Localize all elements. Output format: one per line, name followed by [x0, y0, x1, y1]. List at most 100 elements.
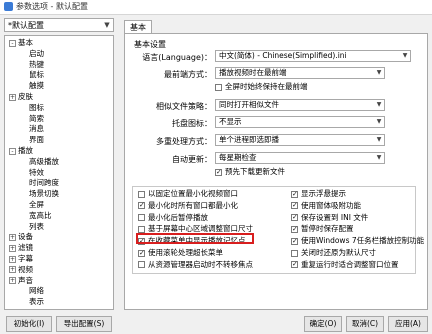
tree-item-label: 宽高比: [29, 210, 52, 220]
tree-item-label: 图标: [29, 102, 44, 112]
tree-item-label: 鼠标: [29, 70, 44, 80]
highlight-box: [136, 233, 254, 244]
checkbox-label: 显示浮悬提示: [301, 189, 346, 198]
tree-item[interactable]: 简索: [29, 114, 44, 124]
tree-item-label: 声音: [18, 275, 33, 285]
expand-icon[interactable]: +: [9, 93, 16, 101]
topmost-fullscreen-checkbox[interactable]: 全屏时始终保持在最前端: [215, 82, 308, 92]
update-label: 自动更新：: [172, 155, 212, 164]
update-select[interactable]: 每星期检查 ▼: [215, 152, 385, 164]
option-checkbox[interactable]: 最小化后暂停播放: [138, 213, 208, 223]
tree-item[interactable]: 特效: [29, 168, 44, 178]
tab-basic[interactable]: 基本: [124, 20, 152, 34]
tree-item[interactable]: 图标: [29, 103, 44, 113]
tree-item-label: 简索: [29, 113, 44, 123]
chevron-down-icon: ▼: [104, 21, 110, 29]
tree-item[interactable]: 界面: [29, 135, 44, 145]
apply-button[interactable]: 应用(A): [388, 316, 428, 332]
tree-item[interactable]: + 字幕: [9, 254, 33, 264]
tree-item[interactable]: - 基本: [9, 38, 33, 48]
language-select[interactable]: 中文(简体) - Chinese(Simplified).ini ▼: [215, 50, 411, 62]
tray-select[interactable]: 不显示 ▼: [215, 116, 385, 128]
tree-item[interactable]: 表示: [29, 297, 44, 307]
tree-item[interactable]: + 皮肤: [9, 92, 33, 102]
ok-button[interactable]: 确定(O): [304, 316, 342, 332]
tree-item[interactable]: 高级播放: [29, 157, 59, 167]
tree-item-label: 字幕: [18, 254, 33, 263]
option-checkbox[interactable]: ✓ 保存设置到 INI 文件: [291, 213, 368, 223]
checkbox-box: ✓: [138, 248, 145, 257]
checkbox-label: 全屏时始终保持在最前端: [225, 82, 308, 91]
option-checkbox[interactable]: 关闭时还原为默认尺寸: [291, 248, 376, 258]
expand-icon[interactable]: +: [9, 244, 16, 252]
group-title: 基本设置: [134, 40, 166, 49]
settings-tree: - 基本 启动 热键 鼠标 触摸 + 皮肤 图标 简索 消息 界面 - 播放 高级播放 特效 时间跨度 场景切换全…: [4, 35, 114, 310]
similar-value: 同时打开相似文件: [219, 100, 279, 109]
option-checkbox[interactable]: ✓ 使用Windows 7任务栏播放控制功能: [291, 236, 424, 246]
tree-item[interactable]: 宽高比: [29, 211, 52, 221]
expand-icon[interactable]: +: [9, 266, 16, 274]
tree-item-label: 视频: [18, 264, 33, 274]
chevron-down-icon: ▼: [376, 101, 382, 108]
tree-item-label: 基本: [18, 38, 33, 47]
tree-item-label: 时间跨度: [29, 178, 59, 188]
tree-item[interactable]: 列表: [29, 222, 44, 232]
topmost-select[interactable]: 播放视频时在最前端 ▼: [215, 67, 385, 79]
title-bar: 参数选项 - 默认配置: [0, 0, 432, 15]
checkbox-label: 以固定位置最小化视频窗口: [148, 189, 238, 198]
collapse-icon[interactable]: -: [9, 39, 16, 47]
option-checkbox[interactable]: ✓ 最小化时所有窗口都最小化: [138, 201, 238, 211]
option-checkbox[interactable]: 从资源管理器启动时不转移焦点: [138, 260, 253, 270]
option-checkbox[interactable]: ✓ 暂停时保存配置: [291, 224, 354, 234]
checkbox-box: [138, 261, 145, 269]
checkbox-label: 关闭时还原为默认尺寸: [301, 248, 376, 257]
tree-item[interactable]: 热键: [29, 60, 44, 70]
cancel-button[interactable]: 取消(C): [346, 316, 384, 332]
checkbox-box: ✓: [291, 236, 298, 245]
tree-item[interactable]: 场景切换: [29, 189, 59, 199]
expand-icon[interactable]: +: [9, 233, 16, 241]
tree-item[interactable]: 消息: [29, 124, 44, 134]
multi-select[interactable]: 单个进程即选即播 ▼: [215, 134, 385, 146]
tree-item[interactable]: + 声音: [9, 276, 33, 286]
tree-item[interactable]: 鼠标: [29, 70, 44, 80]
tray-label: 托盘图标：: [172, 119, 212, 128]
expand-icon[interactable]: +: [9, 255, 16, 263]
tree-item-label: 热键: [29, 59, 44, 69]
tree-item-label: 皮肤: [18, 92, 33, 101]
option-checkbox[interactable]: ✓ 显示浮悬提示: [291, 189, 346, 199]
option-checkbox[interactable]: ✓ 使用滚轮处理超长菜单: [138, 248, 223, 258]
checkbox-label: 保存设置到 INI 文件: [301, 212, 369, 222]
expand-icon[interactable]: +: [9, 277, 16, 285]
tree-item[interactable]: + 视频: [9, 265, 33, 275]
tree-item[interactable]: 时间跨度: [29, 178, 59, 188]
tree-item[interactable]: 网络: [29, 286, 44, 296]
tree-item[interactable]: - 播放: [9, 146, 33, 156]
tree-item[interactable]: 启动: [29, 49, 44, 59]
similar-select[interactable]: 同时打开相似文件 ▼: [215, 99, 385, 111]
tree-item[interactable]: + 设备: [9, 232, 33, 242]
chevron-down-icon: ▼: [402, 52, 408, 59]
tree-item[interactable]: 触摸: [29, 81, 44, 91]
checkbox-label: 使用滚轮处理超长菜单: [148, 248, 223, 257]
export-button[interactable]: 导出配置(S): [56, 316, 112, 332]
tray-value: 不显示: [219, 117, 242, 126]
multi-label: 多重处理方式：: [156, 137, 212, 146]
tree-item-label: 列表: [29, 221, 44, 231]
option-checkbox[interactable]: ✓ 使用窗体吸附功能: [291, 201, 361, 211]
predownload-checkbox[interactable]: ✓ 预先下载更新文件: [215, 167, 285, 177]
profile-value: *默认配置: [8, 21, 44, 30]
option-checkbox[interactable]: 以固定位置最小化视频窗口: [138, 189, 238, 199]
tree-item-label: 界面: [29, 135, 44, 145]
checkbox-box: ✓: [291, 189, 298, 198]
tree-item-label: 表示: [29, 297, 44, 307]
collapse-icon[interactable]: -: [9, 147, 16, 155]
profile-dropdown[interactable]: *默认配置 ▼: [4, 18, 114, 32]
app-icon: [4, 2, 13, 11]
option-checkbox[interactable]: ✓ 重复运行时适合调整窗口位置: [291, 260, 399, 270]
tree-item[interactable]: + 滤镜: [9, 243, 33, 253]
init-button[interactable]: 初始化(I): [6, 316, 52, 332]
tree-item-label: 滤镜: [18, 243, 33, 253]
checkbox-box: [138, 190, 145, 198]
tree-item[interactable]: 全屏: [29, 200, 44, 210]
